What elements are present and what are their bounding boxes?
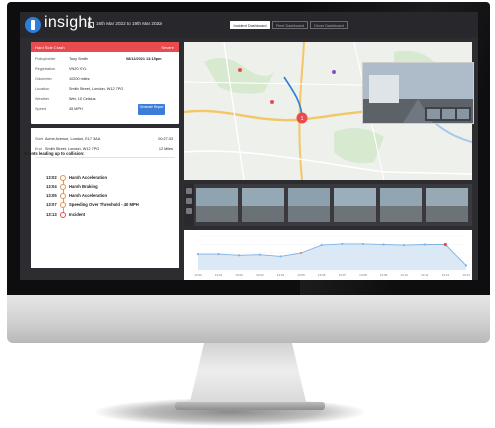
x-tick-label: 13:09 [380,273,388,277]
data-point [464,264,468,267]
data-point [361,242,365,246]
x-tick-label: 13:08 [359,273,367,277]
x-tick-label: 13:10 [400,273,408,277]
data-point [423,243,426,246]
event-label[interactable]: Harsh Acceleration [69,175,107,180]
incident-dot-icon [60,212,66,218]
x-tick-label: 13:01 [215,273,223,277]
calendar-icon[interactable] [88,22,94,28]
monitor-stand-base [175,402,325,410]
event-label[interactable]: Harsh Braking [69,184,98,189]
policyholder-label: Policyholder [35,57,56,61]
speed-chart[interactable]: 13:00 13:01 13:02 13:03 13:04 13:05 13:06 13:07… [184,230,472,280]
data-point [196,253,200,256]
warning-dot-icon [60,175,66,181]
x-tick-label: 13:12 [442,273,450,277]
dashcam-frame [363,63,473,123]
data-point [341,242,344,246]
product-mockup: insight 16th Mar 2022 to 19th Mar 2022 ‹… [0,0,495,428]
policyholder-value: Tony Smith [69,57,88,61]
x-tick-label: 13:00 [194,273,202,277]
data-point [217,253,220,256]
x-tick-label: 13:05 [297,273,305,277]
registration-label: Registration [35,67,56,71]
dashcam-video-player[interactable] [362,62,474,124]
odometer-label: Odometer [35,77,52,81]
video-filmstrip[interactable] [184,184,472,226]
app-logo: insight [44,14,93,31]
data-point [258,253,261,256]
warning-dot-icon [60,193,66,199]
data-point [299,251,303,255]
speed-label: Speed [35,107,46,111]
date-nav-arrows[interactable]: ‹ › [158,21,162,26]
poi-pin-icon [238,68,242,72]
filmstrip-frames [196,188,468,222]
event-label[interactable]: Harsh Acceleration [69,193,107,198]
data-point [382,243,385,246]
logo-icon [25,17,41,33]
tab-fleet-dashboard[interactable]: Fleet Dashboard [272,21,308,29]
weather-label: Weather [35,97,50,101]
route-distance: 12 Miles [158,147,173,151]
dashboard-screen: insight 16th Mar 2022 to 19th Mar 2022 ‹… [20,12,478,280]
event-time: 13:05 [46,193,57,198]
speed-chart-card: 13:00 13:01 13:02 13:03 13:04 13:05 13:06 13:07… [184,230,472,280]
x-tick-label: 13:04 [277,273,285,277]
x-tick-label: 13:02 [235,273,243,277]
monitor-stand [188,340,308,410]
events-heading: Events leading up to collision: [24,151,85,156]
fullscreen-icon[interactable] [186,208,192,214]
route-events-card: Start Acme Avenue, London, E17 3AA 00:27… [31,128,179,268]
route-duration: 00:27:33 [158,137,173,141]
x-tick-label: 13:07 [339,273,347,277]
top-bar: insight 16th Mar 2022 to 19th Mar 2022 ‹… [20,12,478,38]
route-start-label: Start [35,137,44,141]
odometer-value: 10200 miles [69,77,90,81]
event-label[interactable]: Incident [69,212,85,217]
play-icon[interactable] [186,188,192,194]
weather-value: Wet, 10 Celsius [69,97,96,101]
speed-area [198,243,466,270]
data-point [403,243,406,247]
incident-marker-label: 1 [301,116,304,122]
incident-title: Hard Side Crash [35,45,65,50]
pause-icon[interactable] [186,198,192,204]
data-point [443,242,447,247]
tab-incident-dashboard[interactable]: Incident Dashboard [230,21,270,29]
route-start-address: Acme Avenue, London, E17 3AA [45,137,101,141]
x-tick-label: 13:13 [462,273,470,277]
incident-datetime: 08/12/2021 13:15pm [126,57,162,61]
event-label[interactable]: Speeding Over Threshold - 40 MPH [69,202,139,207]
event-time: 13:13 [46,212,57,217]
divider [35,157,175,158]
data-point [320,243,323,247]
registration-value: VN20 XYL [69,67,87,71]
x-tick-label: 13:11 [421,273,429,277]
x-tick-label: 13:06 [318,273,326,277]
incident-header: Hard Side Crash Severe [31,42,179,52]
event-time: 13:07 [46,202,57,207]
data-point [279,255,282,258]
poi-pin-icon [332,70,336,74]
data-point [238,254,241,257]
incident-details-card: Hard Side Crash Severe Policyholder Tony… [31,42,179,124]
tab-driver-dashboard[interactable]: Driver Dashboard [310,21,348,29]
monitor-chin [7,295,490,343]
date-range-picker[interactable]: 16th Mar 2022 to 19th Mar 2022 [96,21,162,26]
severity-badge: Severe [161,45,174,50]
event-time: 13:04 [46,184,57,189]
poi-pin-icon [270,100,274,104]
warning-dot-icon [60,184,66,190]
event-time: 13:02 [46,175,57,180]
generate-report-button[interactable]: Generate Report [138,104,165,115]
x-tick-label: 13:03 [256,273,264,277]
warning-dot-icon [60,202,66,208]
location-label: Location [35,87,50,91]
speed-value: 45 MPH [69,107,83,111]
location-value: Smith Street, London, W12 7PG [69,87,124,91]
